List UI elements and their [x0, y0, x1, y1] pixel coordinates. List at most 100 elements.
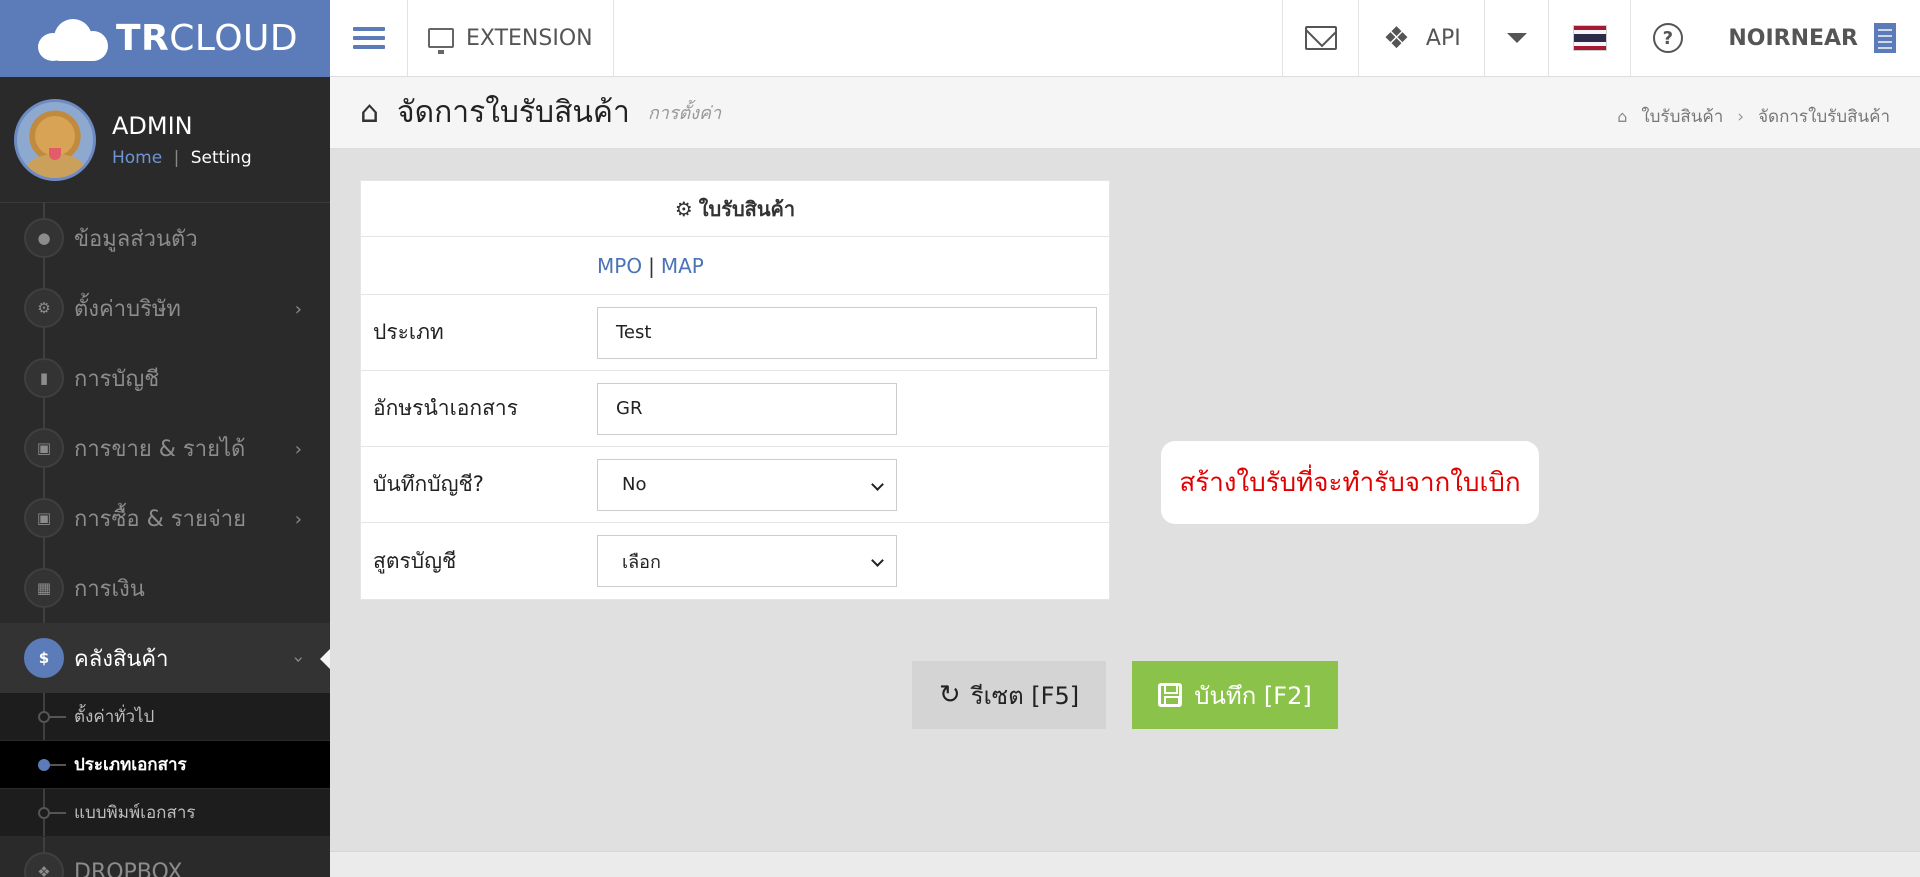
brand-logo[interactable]: TRCLOUD	[0, 0, 330, 77]
caret-down-icon	[1506, 33, 1527, 43]
document-links: MPO | MAP	[361, 237, 1109, 295]
user-icon: ●	[24, 218, 64, 258]
sidebar-item-dropbox[interactable]: ❖ DROPBOX	[0, 837, 330, 877]
messages-button[interactable]	[1282, 0, 1358, 76]
book-icon: ▮	[24, 358, 64, 398]
profile-link-separator: |	[173, 147, 180, 168]
monitor-icon	[428, 28, 454, 54]
extension-label: EXTENSION	[466, 25, 593, 51]
sidebar-item-finance[interactable]: ▦ การเงิน	[0, 553, 330, 623]
company-switcher[interactable]: NOIRNEAR	[1704, 0, 1920, 76]
account-formula-value: เลือก	[622, 551, 661, 573]
account-formula-label: สูตรบัญชี	[373, 548, 457, 573]
link-separator: |	[648, 253, 655, 278]
home-icon[interactable]: ⌂	[360, 95, 379, 130]
plug-icon: ❖	[1382, 20, 1410, 56]
dropdown-toggle[interactable]	[1484, 0, 1548, 76]
breadcrumb-home-icon[interactable]: ⌂	[1617, 107, 1627, 126]
question-circle-icon: ?	[1652, 23, 1683, 53]
sidebar-subitem-label: แบบพิมพ์เอกสาร	[74, 803, 196, 823]
cloud-icon	[38, 17, 110, 61]
prefix-label: อักษรนำเอกสาร	[373, 396, 518, 420]
floppy-disk-icon	[1158, 683, 1183, 707]
page-header: ⌂ จัดการใบรับสินค้า การตั้งค่า ⌂ ใบรับสิ…	[330, 77, 1920, 149]
chevron-right-icon: ›	[1737, 106, 1745, 127]
sidebar-item-sales[interactable]: ▣ การขาย & รายได้ ›	[0, 413, 330, 483]
envelope-icon	[1304, 26, 1337, 50]
extension-button[interactable]: EXTENSION	[408, 0, 614, 76]
top-navbar: EXTENSION ❖ API ? NOIRNEAR	[330, 0, 1920, 77]
panel-heading: ⚙ ใบรับสินค้า	[361, 181, 1109, 237]
sidebar-menu: ● ข้อมูลส่วนตัว ⚙ ตั้งค่าบริษัท › ▮ การบ…	[0, 203, 330, 877]
record-account-select[interactable]: No	[597, 458, 897, 511]
menu-toggle-button[interactable]	[330, 0, 408, 76]
sidebar-item-personal-info[interactable]: ● ข้อมูลส่วนตัว	[0, 203, 330, 273]
language-selector[interactable]	[1548, 0, 1630, 76]
breadcrumb-item-current: จัดการใบรับสินค้า	[1758, 107, 1890, 127]
sidebar-subitem-document-types[interactable]: ประเภทเอกสาร	[0, 741, 330, 789]
gear-icon: ⚙	[24, 288, 64, 328]
home-link[interactable]: Home	[112, 148, 162, 168]
sidebar-item-label: การเงิน	[74, 576, 145, 602]
sidebar-subitem-label: ตั้งค่าทั่วไป	[74, 707, 155, 727]
chevron-down-icon	[871, 554, 884, 567]
type-input[interactable]: Test	[597, 306, 1097, 359]
sidebar-subitem-general-settings[interactable]: ตั้งค่าทั่วไป	[0, 693, 330, 741]
mpo-link[interactable]: MPO	[597, 254, 642, 278]
map-link[interactable]: MAP	[661, 254, 704, 278]
brand-name: TRCLOUD	[116, 18, 299, 59]
info-notice: สร้างใบรับที่จะทำรับจากใบเบิก	[1161, 441, 1539, 524]
breadcrumb-item[interactable]: ใบรับสินค้า	[1641, 103, 1723, 130]
sidebar-item-label: การซื้อ & รายจ่าย	[74, 506, 246, 532]
api-button[interactable]: ❖ API	[1358, 0, 1484, 76]
building-icon	[1874, 23, 1896, 53]
type-row: ประเภท Test	[361, 295, 1109, 371]
breadcrumb: ⌂ ใบรับสินค้า › จัดการใบรับสินค้า	[1617, 103, 1890, 130]
sidebar-item-accounting[interactable]: ▮ การบัญชี	[0, 343, 330, 413]
goods-receipt-settings-panel: ⚙ ใบรับสินค้า MPO | MAP ประเภท Test อักษ…	[360, 180, 1110, 600]
sidebar-item-inventory[interactable]: $ คลังสินค้า ›	[0, 623, 330, 693]
company-name: NOIRNEAR	[1728, 25, 1858, 51]
hamburger-icon	[352, 22, 385, 54]
refresh-icon: ↻	[938, 680, 961, 710]
prefix-row: อักษรนำเอกสาร GR	[361, 371, 1109, 447]
gears-icon: ⚙	[674, 196, 693, 221]
calendar-icon: ▦	[24, 568, 64, 608]
sidebar-item-label: ตั้งค่าบริษัท	[74, 296, 181, 322]
page-title: จัดการใบรับสินค้า	[397, 95, 630, 130]
save-label: บันทึก [F2]	[1194, 681, 1312, 710]
account-formula-select[interactable]: เลือก	[597, 535, 897, 587]
sidebar-item-company-settings[interactable]: ⚙ ตั้งค่าบริษัท ›	[0, 273, 330, 343]
prefix-input[interactable]: GR	[597, 382, 897, 435]
chevron-right-icon: ›	[294, 439, 302, 460]
chevron-right-icon: ›	[294, 509, 302, 530]
api-label: API	[1425, 25, 1461, 51]
chevron-down-icon	[871, 477, 884, 491]
account-formula-row: สูตรบัญชี เลือก	[361, 523, 1109, 599]
sidebar-item-label: ข้อมูลส่วนตัว	[74, 226, 198, 252]
profile-name: ADMIN	[112, 111, 193, 140]
sidebar-item-purchases[interactable]: ▣ การซื้อ & รายจ่าย ›	[0, 483, 330, 553]
sidebar-subitem-print-templates[interactable]: แบบพิมพ์เอกสาร	[0, 789, 330, 837]
footer-strip	[330, 851, 1920, 877]
sidebar-item-label: การขาย & รายได้	[74, 436, 246, 462]
sidebar-item-label: คลังสินค้า	[74, 646, 169, 672]
panel-heading-label: ใบรับสินค้า	[698, 196, 796, 221]
setting-link[interactable]: Setting	[191, 148, 252, 168]
save-button[interactable]: บันทึก [F2]	[1132, 661, 1338, 729]
sidebar-subitem-label: ประเภทเอกสาร	[74, 755, 187, 775]
dollar-icon: $	[24, 638, 64, 678]
record-account-row: บันทึกบัญชี? No	[361, 447, 1109, 523]
chevron-down-icon: ›	[287, 655, 309, 664]
sidebar: TRCLOUD ADMIN Home | Setting ● ข้อมูลส่ว…	[0, 0, 330, 877]
page-subtitle: การตั้งค่า	[647, 103, 722, 124]
thai-flag-icon	[1572, 25, 1607, 51]
reset-label: รีเซต [F5]	[970, 681, 1080, 710]
help-button[interactable]: ?	[1630, 0, 1704, 76]
reset-button[interactable]: ↻ รีเซต [F5]	[912, 661, 1106, 729]
user-profile: ADMIN Home | Setting	[0, 77, 330, 203]
avatar[interactable]	[14, 98, 96, 181]
cart-icon: ▣	[24, 428, 64, 468]
sidebar-item-label: การบัญชี	[74, 366, 160, 392]
dropbox-icon: ❖	[24, 852, 64, 877]
